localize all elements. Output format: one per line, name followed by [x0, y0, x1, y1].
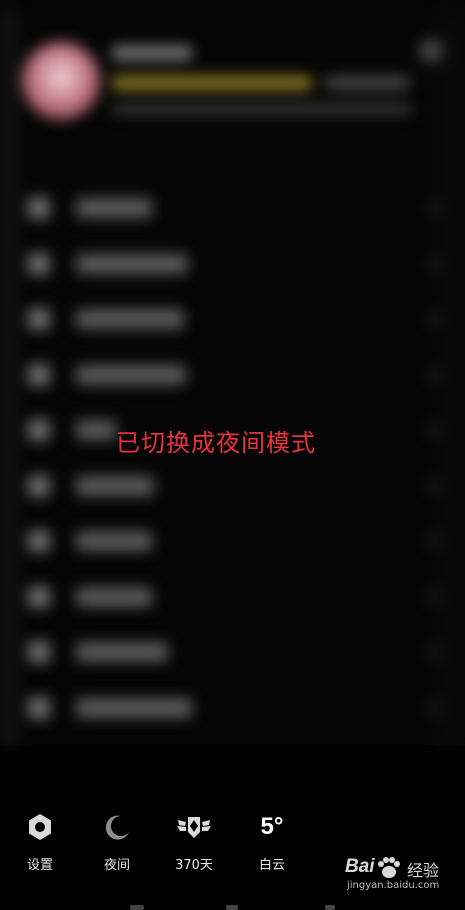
menu-item-icon	[28, 474, 50, 497]
menu-item-label-placeholder	[76, 586, 152, 607]
nav-hint	[325, 905, 335, 910]
weather-button[interactable]: 5° 白云	[242, 812, 302, 873]
avatar	[22, 42, 100, 120]
menu-item-label-placeholder	[76, 364, 186, 385]
drawer-content-blurred	[0, 0, 465, 745]
list-item	[0, 624, 465, 680]
weather-condition-label: 白云	[258, 858, 285, 873]
menu-item-icon	[28, 197, 50, 219]
night-mode-button[interactable]: 夜间	[87, 812, 147, 873]
list-item	[0, 458, 465, 514]
menu-item-icon	[28, 696, 50, 719]
moon-icon	[105, 815, 129, 840]
menu-item-icon	[28, 585, 50, 608]
chevron-right-icon	[430, 646, 438, 658]
menu-item-label-placeholder	[76, 309, 184, 329]
profile-detail-placeholder	[325, 76, 410, 90]
list-item	[0, 569, 465, 625]
list-item	[0, 236, 465, 292]
drawer-close-icon	[420, 40, 442, 62]
chevron-right-icon	[430, 535, 438, 547]
menu-item-label-placeholder	[76, 198, 152, 218]
nav-hint	[130, 905, 144, 910]
nav-hint	[226, 905, 238, 910]
settings-button[interactable]: 设置	[10, 812, 70, 873]
settings-hexagon-icon	[29, 814, 51, 840]
chevron-right-icon	[430, 202, 438, 214]
settings-label: 设置	[26, 858, 53, 873]
list-item	[0, 513, 465, 569]
menu-item-icon	[28, 252, 50, 275]
menu-item-label-placeholder	[76, 642, 168, 662]
list-item	[0, 291, 465, 347]
menu-item-icon	[28, 308, 50, 330]
days-label: 370天	[175, 858, 213, 873]
profile-detail-placeholder	[112, 76, 312, 90]
chevron-right-icon	[430, 701, 438, 714]
chevron-right-icon	[430, 368, 438, 381]
chevron-right-icon	[430, 479, 438, 492]
list-item	[0, 180, 465, 236]
days-badge-button[interactable]: 370天	[164, 812, 224, 873]
watermark-logo-text: Bai	[345, 856, 375, 877]
winged-badge-icon	[177, 817, 211, 838]
menu-item-icon	[28, 641, 50, 663]
menu-item-label-placeholder	[76, 697, 192, 718]
list-item	[0, 347, 465, 403]
weather-temperature: 5°	[260, 813, 284, 840]
blurred-drawer-panel	[0, 0, 465, 745]
profile-subline-placeholder	[112, 104, 412, 114]
watermark-jingyan-text: 经验	[407, 861, 440, 880]
profile-name-placeholder	[112, 46, 192, 60]
paw-icon	[378, 857, 400, 878]
night-mode-label: 夜间	[103, 858, 130, 873]
menu-item-label-placeholder	[76, 475, 154, 496]
watermark-url: jingyan.baidu.com	[347, 880, 440, 891]
baidu-jingyan-watermark: Bai 经验 jingyan.baidu.com	[345, 856, 455, 896]
chevron-right-icon	[430, 313, 438, 325]
menu-item-icon	[28, 363, 50, 386]
menu-item-icon	[28, 530, 50, 552]
chevron-right-icon	[430, 590, 438, 603]
night-mode-toast: 已切换成夜间模式	[116, 429, 316, 457]
list-item	[0, 680, 465, 736]
menu-item-label-placeholder	[76, 253, 188, 274]
chevron-right-icon	[430, 257, 438, 270]
menu-item-label-placeholder	[76, 531, 152, 551]
